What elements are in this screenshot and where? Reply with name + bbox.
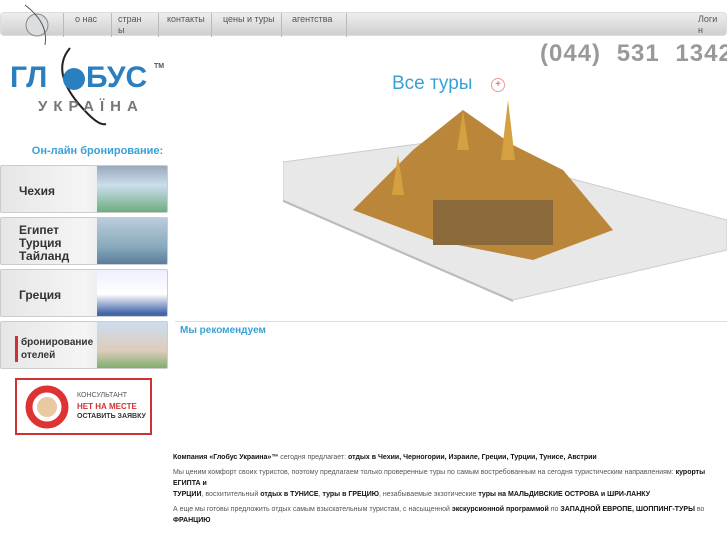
text-link[interactable]: туры в ГРЕЦИЮ <box>323 491 380 498</box>
banner-label: бронирование отелей <box>15 336 93 362</box>
consultant-button[interactable]: КОНСУЛЬТАНТ НЕТ НА МЕСТЕ ОСТАВИТЬ ЗАЯВКУ <box>15 378 152 435</box>
hero-image <box>283 100 727 302</box>
banner-label: Египет Турция Тайланд <box>19 223 70 263</box>
company-name: Компания «Глобус Украина»™ <box>173 454 279 461</box>
nav-countries[interactable]: страны <box>118 14 148 36</box>
svg-text:ГЛ: ГЛ <box>10 61 47 94</box>
consultant-request: ОСТАВИТЬ ЗАЯВКУ <box>77 413 146 420</box>
text-link[interactable]: ФРАНЦИЮ <box>173 517 211 524</box>
text-link[interactable]: ТУРЦИИ <box>173 491 201 498</box>
globe-icon[interactable] <box>19 3 55 47</box>
castle-image <box>97 166 167 212</box>
text: , незабываемые экзотические <box>379 491 479 498</box>
recommend-heading: Мы рекомендуем <box>180 325 266 336</box>
logo-image: ГЛ БУС TM УКРАЇНА <box>10 47 164 126</box>
svg-text:TM: TM <box>154 63 164 70</box>
hotel-image <box>97 322 167 368</box>
banner-label: Греция <box>19 288 62 302</box>
nav-login[interactable]: Логин <box>698 14 720 36</box>
consultant-status: НЕТ НА МЕСТЕ <box>77 402 137 411</box>
logo[interactable]: ГЛ БУС TM УКРАЇНА <box>8 44 168 128</box>
page-title: Все туры <box>392 73 473 94</box>
lifebuoy-icon <box>25 385 69 429</box>
divider <box>175 321 727 322</box>
text: , восхитительный <box>201 491 261 498</box>
banner-hotels[interactable]: бронирование отелей <box>0 321 168 369</box>
banner-egypt-turkey-thailand[interactable]: Египет Турция Тайланд <box>0 217 168 265</box>
text: во <box>694 506 705 513</box>
banner-greece[interactable]: Греция <box>0 269 168 317</box>
phone-number: (044) 531 1342 <box>540 40 727 67</box>
text: А еще мы готовы предложить отдых самым в… <box>173 506 452 513</box>
paragraph: Мы ценим комфорт своих туристов, поэтому… <box>173 467 721 489</box>
nav-prices[interactable]: цены и туры <box>223 14 275 36</box>
expand-icon[interactable]: + <box>491 78 505 92</box>
greece-image <box>97 270 167 316</box>
windsurf-image <box>97 218 167 264</box>
banner-label: Чехия <box>19 184 55 198</box>
intro-paragraph: Компания «Глобус Украина»™ сегодня предл… <box>173 452 721 463</box>
text-link[interactable]: экскурсионной программой <box>452 506 549 513</box>
text-link[interactable]: туры на МАЛЬДИВСКИЕ ОСТРОВА и ШРИ-ЛАНКУ <box>478 491 650 498</box>
nav-contacts[interactable]: контакты <box>167 14 207 36</box>
text: сегодня предлагает: <box>278 454 349 461</box>
booking-title: Он-лайн бронирование: <box>31 145 164 157</box>
consultant-line1: КОНСУЛЬТАНТ <box>77 392 128 399</box>
nav-about[interactable]: о нас <box>75 14 101 36</box>
paragraph: А еще мы готовы предложить отдых самым в… <box>173 504 721 526</box>
svg-text:БУС: БУС <box>86 61 147 94</box>
svg-text:УКРАЇНА: УКРАЇНА <box>38 98 144 115</box>
text-link[interactable]: ЗАПАДНОЙ ЕВРОПЕ, ШОППИНГ-ТУРЫ <box>560 506 695 513</box>
text: Мы ценим комфорт своих туристов, поэтому… <box>173 469 676 476</box>
banner-czech[interactable]: Чехия <box>0 165 168 213</box>
paragraph: ТУРЦИИ, восхитительный отдых в ТУНИСЕ, т… <box>173 489 721 500</box>
top-nav: о нас страны контакты цены и туры агентс… <box>0 4 727 46</box>
nav-agencies[interactable]: агентства <box>292 14 340 36</box>
description-text: Компания «Глобус Украина»™ сегодня предл… <box>173 452 721 530</box>
text: по <box>548 506 561 513</box>
text-link[interactable]: отдых в Чехии, Черногории, Израиле, Грец… <box>348 454 597 461</box>
text-link[interactable]: отдых в ТУНИСЕ <box>260 491 318 498</box>
